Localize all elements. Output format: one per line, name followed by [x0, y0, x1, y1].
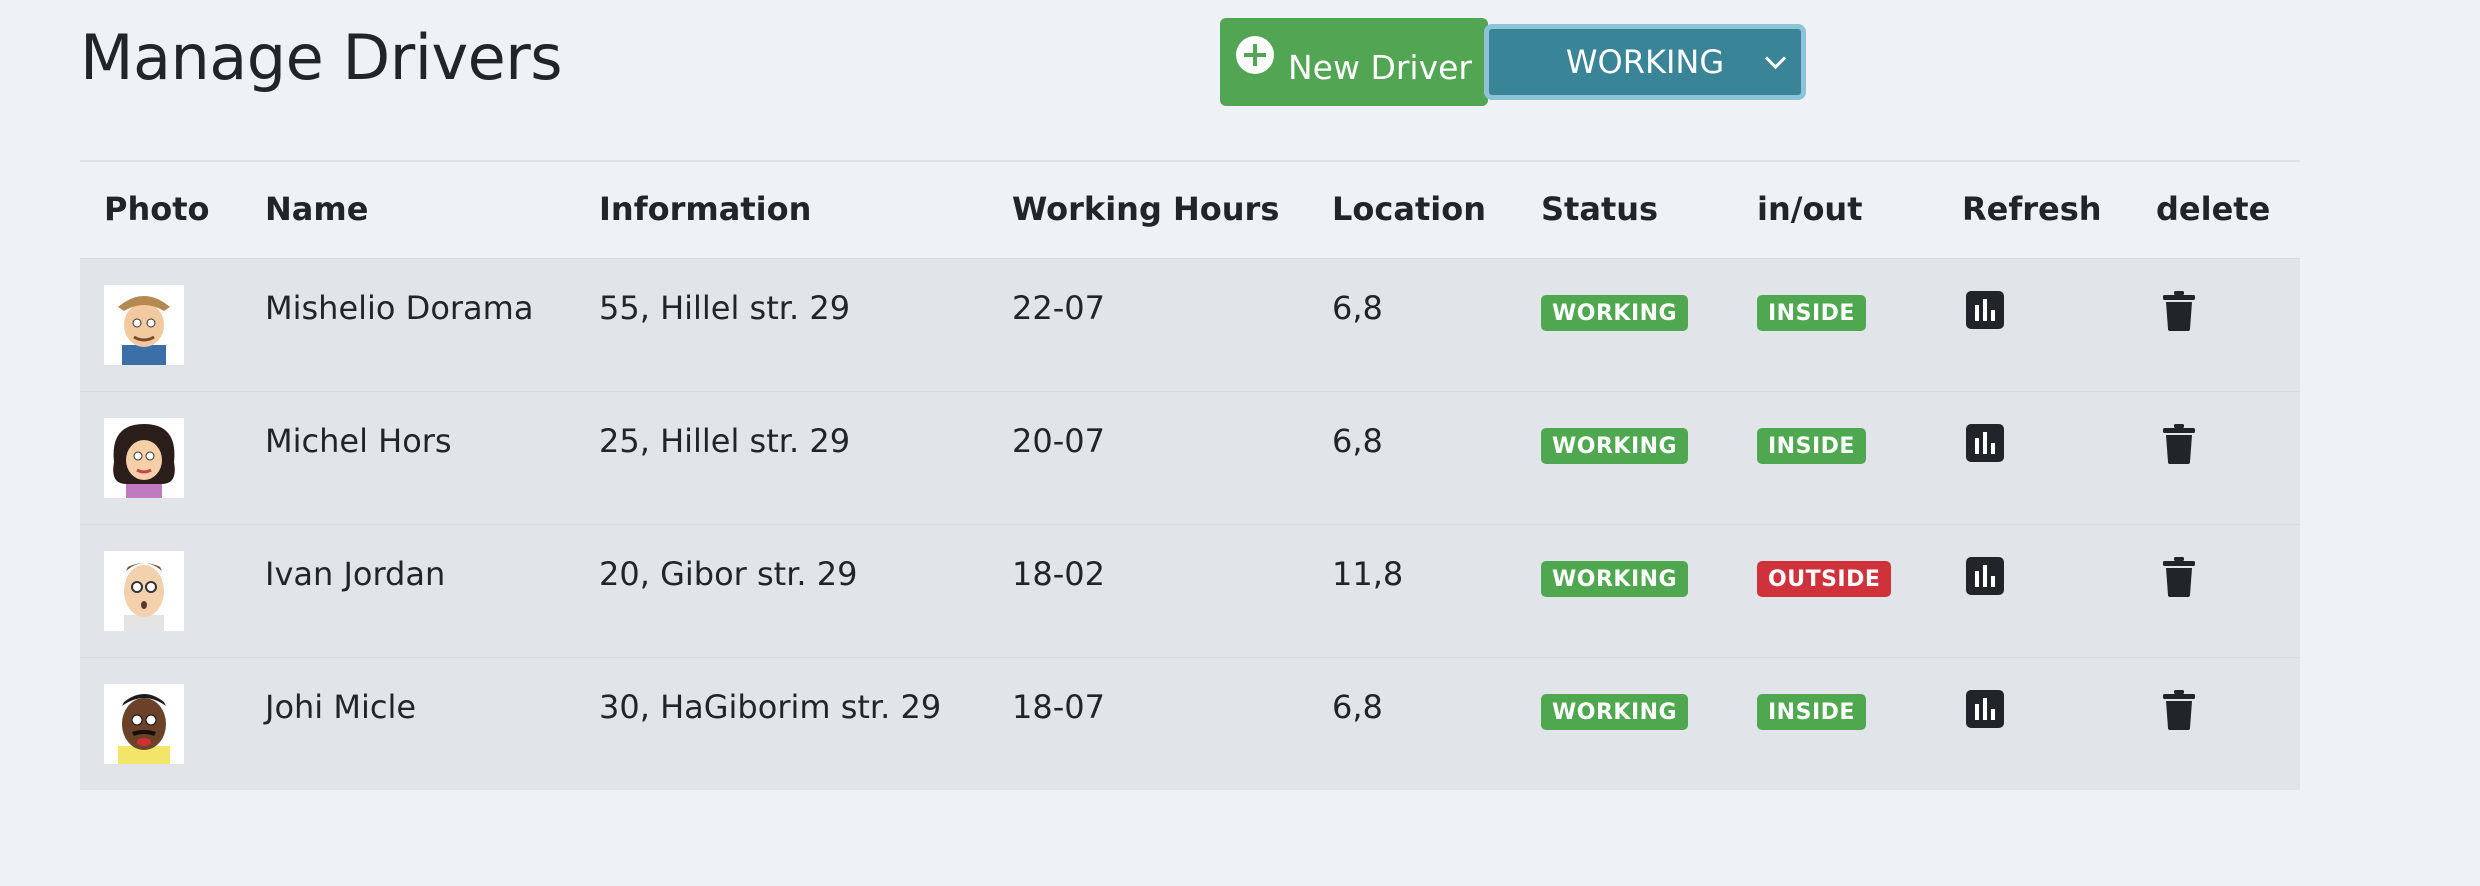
column-header-location: Location	[1332, 190, 1486, 228]
table-row: Michel Hors 25, Hillel str. 29 20-07 6,8…	[80, 391, 2300, 524]
chart-bar-icon[interactable]	[1966, 424, 2004, 470]
driver-name: Mishelio Dorama	[265, 289, 534, 327]
column-header-status: Status	[1541, 190, 1659, 228]
man-mustache-avatar-image	[104, 684, 184, 764]
table-row: Ivan Jordan 20, Gibor str. 29 18-02 11,8…	[80, 524, 2300, 657]
status-filter-select[interactable]: WORKING	[1484, 24, 1806, 100]
man-with-cap-avatar-image	[104, 285, 184, 365]
driver-location: 6,8	[1332, 688, 1383, 726]
chart-bar-icon[interactable]	[1966, 291, 2004, 337]
driver-avatar	[104, 551, 184, 631]
driver-information: 20, Gibor str. 29	[599, 555, 858, 593]
driver-working-hours: 20-07	[1012, 422, 1105, 460]
driver-working-hours: 18-07	[1012, 688, 1105, 726]
column-header-working-hours: Working Hours	[1012, 190, 1280, 228]
trash-icon[interactable]	[2163, 424, 2195, 472]
table-row: Mishelio Dorama 55, Hillel str. 29 22-07…	[80, 258, 2300, 391]
driver-name: Johi Micle	[265, 688, 417, 726]
status-badge: WORKING	[1541, 694, 1689, 730]
column-header-refresh: Refresh	[1962, 190, 2102, 228]
chevron-down-icon	[1764, 47, 1787, 70]
driver-name: Michel Hors	[265, 422, 452, 460]
driver-working-hours: 18-02	[1012, 555, 1105, 593]
plus-circle-icon	[1235, 36, 1274, 74]
driver-location: 6,8	[1332, 422, 1383, 460]
trash-icon[interactable]	[2163, 557, 2195, 605]
inout-badge: OUTSIDE	[1757, 561, 1892, 597]
status-filter-value: WORKING	[1565, 43, 1725, 81]
driver-location: 6,8	[1332, 289, 1383, 327]
driver-information: 55, Hillel str. 29	[599, 289, 851, 327]
woman-dark-hair-avatar-image	[104, 418, 184, 498]
table-header: Photo Name Information Working Hours Loc…	[80, 162, 2300, 258]
chart-bar-icon[interactable]	[1966, 690, 2004, 736]
inout-badge: INSIDE	[1757, 428, 1866, 464]
drivers-table: Photo Name Information Working Hours Loc…	[80, 160, 2300, 790]
driver-information: 25, Hillel str. 29	[599, 422, 851, 460]
driver-location: 11,8	[1332, 555, 1404, 593]
driver-information: 30, HaGiborim str. 29	[599, 688, 942, 726]
driver-working-hours: 22-07	[1012, 289, 1105, 327]
table-body: Mishelio Dorama 55, Hillel str. 29 22-07…	[80, 258, 2300, 790]
new-driver-button[interactable]: New Driver	[1220, 18, 1488, 106]
driver-avatar	[104, 684, 184, 764]
page-title: Manage Drivers	[80, 21, 563, 94]
driver-avatar	[104, 285, 184, 365]
status-badge: WORKING	[1541, 561, 1689, 597]
column-header-delete: delete	[2156, 190, 2271, 228]
driver-name: Ivan Jordan	[265, 555, 446, 593]
inout-badge: INSIDE	[1757, 295, 1866, 331]
new-driver-label: New Driver	[1287, 47, 1472, 87]
trash-icon[interactable]	[2163, 291, 2195, 339]
trash-icon[interactable]	[2163, 690, 2195, 738]
column-header-photo: Photo	[104, 190, 210, 228]
man-glasses-avatar-image	[104, 551, 184, 631]
status-badge: WORKING	[1541, 428, 1689, 464]
table-row: Johi Micle 30, HaGiborim str. 29 18-07 6…	[80, 657, 2300, 790]
column-header-inout: in/out	[1757, 190, 1863, 228]
status-badge: WORKING	[1541, 295, 1689, 331]
chart-bar-icon[interactable]	[1966, 557, 2004, 603]
inout-badge: INSIDE	[1757, 694, 1866, 730]
column-header-information: Information	[599, 190, 812, 228]
driver-avatar	[104, 418, 184, 498]
column-header-name: Name	[265, 190, 369, 228]
